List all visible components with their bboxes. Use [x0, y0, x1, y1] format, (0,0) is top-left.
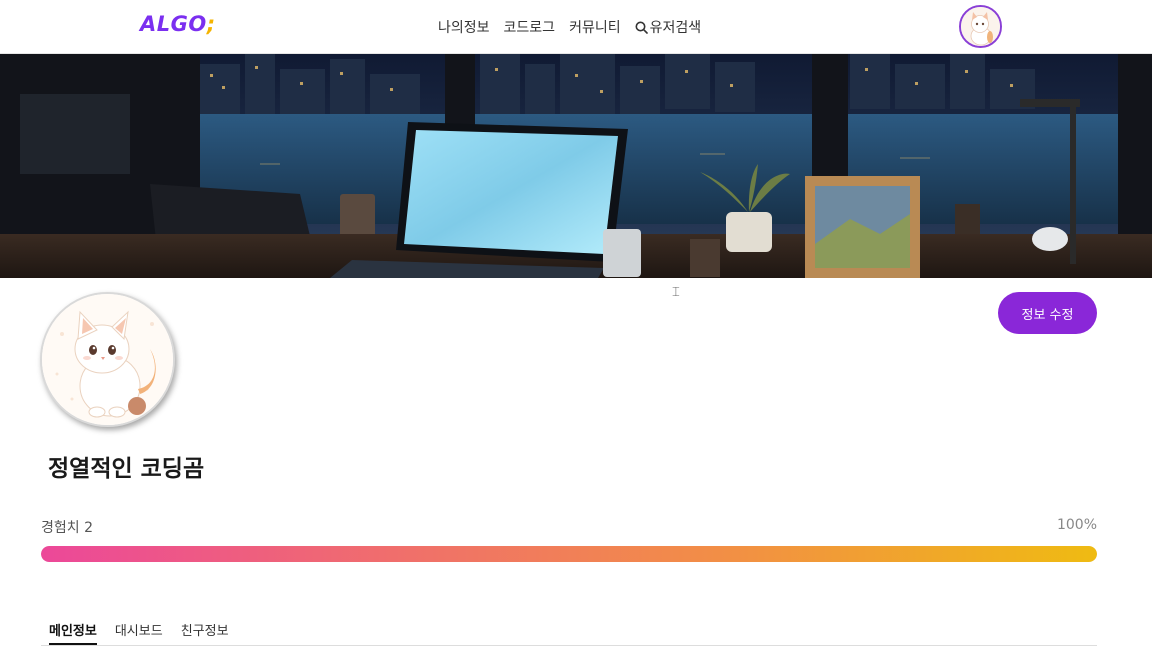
main-nav: 나의정보 코드로그 커뮤니티 유저검색: [438, 17, 701, 37]
experience-progress-fill: [41, 546, 1097, 562]
cat-avatar-icon: [961, 7, 1000, 46]
mouse-cursor-icon: ⌶: [672, 285, 680, 300]
cat-avatar-icon: [42, 294, 173, 425]
profile-tabs: 메인정보 대시보드 친구정보: [49, 620, 229, 645]
tab-main-info[interactable]: 메인정보: [49, 620, 97, 645]
logo[interactable]: ALGO;: [140, 12, 216, 36]
profile-banner: [0, 54, 1152, 278]
nav-user-search-label: 유저검색: [649, 20, 702, 36]
night-city-desk-illustration: [0, 54, 1152, 278]
nav-community[interactable]: 커뮤니티: [569, 17, 621, 37]
experience-percent: 100%: [1056, 517, 1097, 533]
search-icon: [635, 21, 648, 34]
profile-avatar[interactable]: [40, 292, 175, 427]
tabs-divider: [41, 645, 1097, 646]
tab-friends[interactable]: 친구정보: [181, 620, 229, 645]
experience-label: 경험치 2: [41, 520, 93, 536]
nav-code-log[interactable]: 코드로그: [504, 17, 556, 37]
top-header: ALGO; 나의정보 코드로그 커뮤니티 유저검색: [0, 0, 1152, 54]
logo-text: ALGO: [140, 12, 207, 36]
experience-progress-bar: [41, 546, 1097, 562]
tab-dashboard[interactable]: 대시보드: [115, 620, 163, 645]
header-avatar[interactable]: [959, 5, 1002, 48]
user-nickname: 정열적인 코딩곰: [48, 456, 205, 482]
nav-user-search[interactable]: 유저검색: [635, 17, 702, 37]
edit-profile-button[interactable]: 정보 수정: [998, 292, 1097, 334]
nav-my-info[interactable]: 나의정보: [438, 17, 490, 37]
logo-accent: ;: [206, 12, 216, 36]
